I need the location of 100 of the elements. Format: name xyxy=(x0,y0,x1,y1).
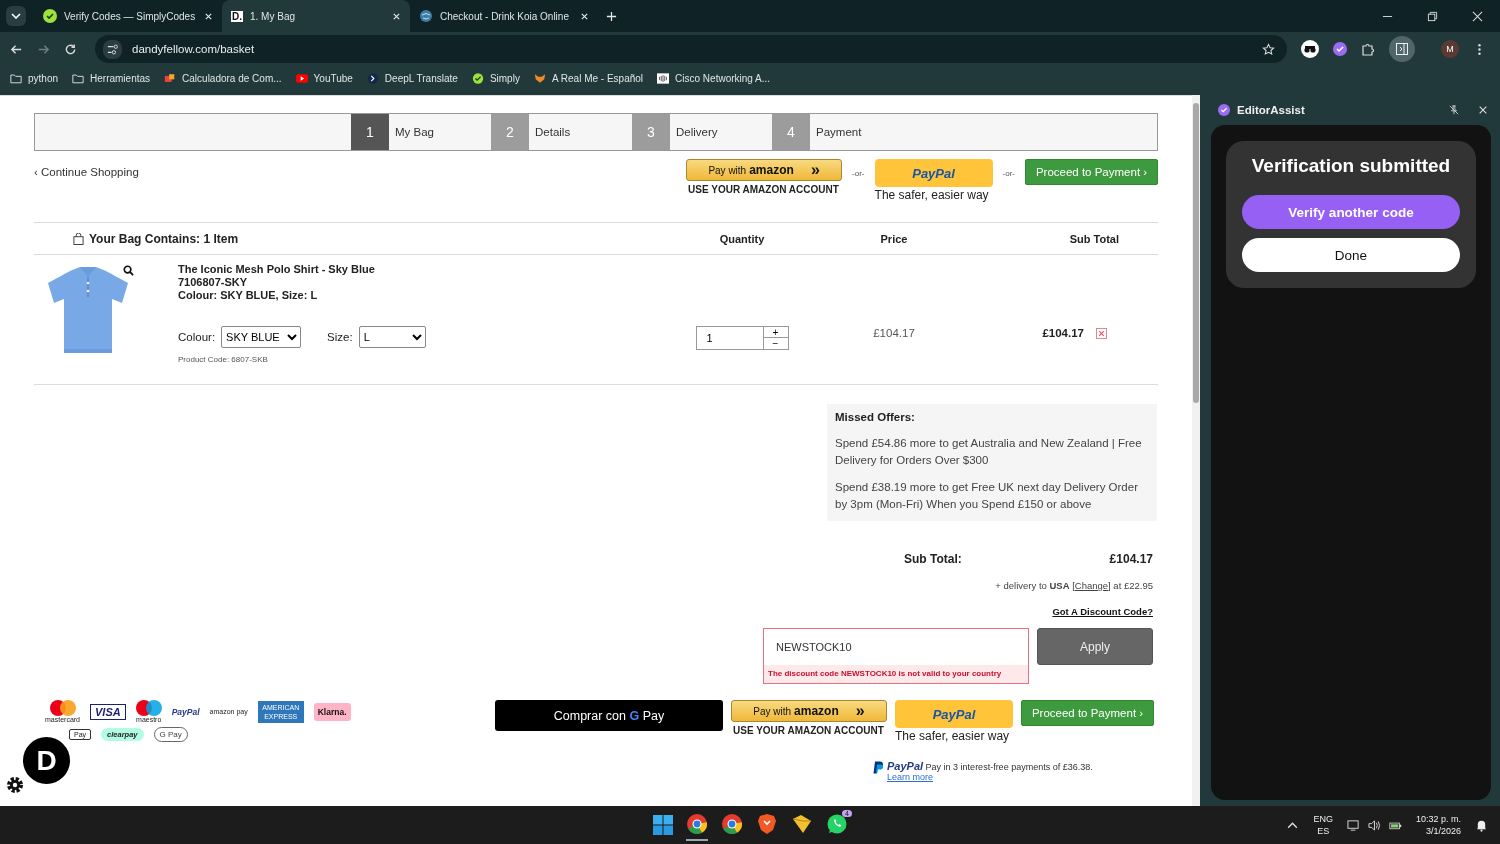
discount-field[interactable]: NEWSTOCK10 xyxy=(763,628,1029,665)
step-number: 1 xyxy=(351,114,389,150)
puzzle-icon[interactable] xyxy=(1361,42,1375,56)
network-icon[interactable] xyxy=(1346,818,1360,832)
squares-icon xyxy=(164,72,177,84)
close-icon[interactable] xyxy=(392,11,401,21)
learn-more-link[interactable]: Learn more xyxy=(887,772,934,782)
start-icon[interactable] xyxy=(653,815,673,835)
pay-later-text: PayPal Pay in 3 interest-free payments of £36.38. xyxy=(887,760,1093,772)
restore-icon[interactable] xyxy=(1427,10,1438,22)
language-indicator[interactable]: ENG ES xyxy=(1313,813,1333,837)
paypal-caption: The safer, easier way xyxy=(895,729,1010,743)
site-logo-badge[interactable]: D xyxy=(23,737,70,784)
step-number: 3 xyxy=(632,114,670,150)
paypal-p-icon xyxy=(873,761,883,774)
paypal-caption: The safer, easier way xyxy=(874,188,989,202)
step-label[interactable]: Delivery xyxy=(670,114,718,150)
site-settings-icon[interactable] xyxy=(103,39,122,59)
extension-icon[interactable] xyxy=(1301,40,1319,58)
search-icon[interactable] xyxy=(123,265,134,276)
proceed-to-payment-button[interactable]: Proceed to Payment › xyxy=(1025,159,1158,185)
side-panel-icon xyxy=(1395,42,1409,56)
bookmark[interactable]: Cisco Networking A... xyxy=(657,69,771,87)
product-variant: Colour: SKY BLUE, Size: L xyxy=(178,289,319,302)
globe-icon xyxy=(419,9,433,23)
payment-logo: PayPal xyxy=(171,706,200,717)
unpin-icon[interactable] xyxy=(1449,105,1459,115)
address-bar[interactable]: dandyfellow.com/basket xyxy=(95,35,1287,63)
folder-icon xyxy=(72,72,85,84)
bookmark[interactable]: DeepL Translate xyxy=(366,69,458,87)
fox-icon xyxy=(533,72,546,84)
continue-shopping-link[interactable]: ‹ Continue Shopping xyxy=(34,166,139,178)
size-select[interactable]: L xyxy=(358,326,426,348)
step-label[interactable]: Details xyxy=(529,114,571,150)
tab-search-button[interactable] xyxy=(6,6,26,26)
step-number: 4 xyxy=(772,114,810,150)
bookmark[interactable]: A Real Me - Español xyxy=(533,69,644,87)
settings-icon[interactable] xyxy=(5,775,25,795)
amazon-caption: USE YOUR AMAZON ACCOUNT xyxy=(733,725,884,736)
scrollbar-thumb[interactable] xyxy=(1193,103,1199,403)
profile-avatar[interactable]: M xyxy=(1441,40,1459,58)
remove-icon[interactable] xyxy=(1095,328,1107,339)
separator-text: -or- xyxy=(852,169,865,178)
side-panel-button[interactable] xyxy=(1389,36,1415,62)
delivery-note: + delivery to USA [Change] at £22.95 xyxy=(995,580,1153,591)
column-header: Sub Total xyxy=(1068,232,1119,245)
browser-tab[interactable]: Verify Codes — SimplyCodes xyxy=(34,0,222,32)
bookmark[interactable]: Calculadora de Com... xyxy=(164,69,282,87)
proceed-to-payment-button[interactable]: Proceed to Payment › xyxy=(1021,700,1154,726)
amazon-pay-button[interactable]: Pay with amazon » xyxy=(731,700,887,722)
close-icon[interactable] xyxy=(1478,105,1488,115)
amazon-pay-button[interactable]: Pay with amazon » xyxy=(686,159,843,181)
quantity-field[interactable]: 1 xyxy=(695,326,764,350)
volume-icon[interactable] xyxy=(1367,818,1381,832)
done-button[interactable]: Done xyxy=(1242,238,1460,272)
item-price: £104.17 xyxy=(872,326,916,339)
app-logo-icon xyxy=(1218,104,1230,116)
status-heading: Verification submitted xyxy=(1250,155,1452,177)
reload-icon[interactable] xyxy=(64,42,77,56)
amazon-caption: USE YOUR AMAZON ACCOUNT xyxy=(688,184,839,195)
notification-bell-icon[interactable] xyxy=(1475,818,1488,832)
chevron-icon xyxy=(366,72,379,84)
step-label[interactable]: Payment xyxy=(810,114,862,150)
bookmark[interactable]: YouTube xyxy=(295,69,353,87)
payment-logo: VISA xyxy=(90,703,126,720)
browser-tab[interactable]: Checkout - Drink Koia Online xyxy=(410,0,598,32)
bookmark[interactable]: python xyxy=(10,69,59,87)
product-sku: 7106807-SKY xyxy=(178,276,249,289)
google-pay-button[interactable]: Comprar con G Pay xyxy=(495,700,723,731)
close-icon[interactable] xyxy=(204,11,213,21)
verify-another-button[interactable]: Verify another code xyxy=(1242,195,1460,229)
shopping-bag-icon xyxy=(73,232,84,245)
clock[interactable]: 10:32 p. m. 3/1/2026 xyxy=(1415,813,1461,837)
increase-button[interactable]: + xyxy=(763,327,788,338)
paypal-button[interactable]: PayPal xyxy=(895,700,1013,728)
column-header: Price xyxy=(879,232,909,245)
extension-icon[interactable] xyxy=(1333,42,1347,56)
close-icon[interactable] xyxy=(1472,10,1483,22)
error-message: The discount code NEWSTOCK10 is not valid to your country xyxy=(763,665,1029,684)
bookmark[interactable]: Herramientas xyxy=(72,69,151,87)
discount-code-link[interactable]: Got A Discount Code? xyxy=(1052,606,1153,617)
close-icon[interactable] xyxy=(580,11,589,21)
star-icon[interactable] xyxy=(1262,42,1275,56)
colour-select[interactable]: SKY BLUE xyxy=(221,326,302,348)
browser-tab[interactable]: D. 1. My Bag xyxy=(222,0,410,32)
apply-button[interactable]: Apply xyxy=(1037,628,1153,665)
step-label[interactable]: My Bag xyxy=(389,114,434,150)
bag-heading: Your Bag Contains: 1 Item xyxy=(89,231,239,246)
item-subtotal: £104.17 xyxy=(1041,326,1084,339)
bookmark[interactable]: Simply xyxy=(471,69,520,87)
bars-logo-icon xyxy=(657,72,670,84)
folder-icon xyxy=(10,72,22,84)
missed-offers-title: Missed Offers: xyxy=(835,411,916,423)
new-tab-icon[interactable] xyxy=(606,10,617,22)
product-name[interactable]: The Iconic Mesh Polo Shirt - Sky Blue xyxy=(178,263,650,276)
column-header: Quantity xyxy=(718,232,766,245)
paypal-button[interactable]: PayPal xyxy=(874,159,993,187)
subtotal-value: £104.17 xyxy=(1109,552,1153,566)
offer-text: Spend £38.19 more to get Free UK next day Delivery Order by 3pm (Mon-Fri) When you Spend £150 or above xyxy=(835,480,1139,512)
separator-text: -or- xyxy=(1002,169,1015,178)
